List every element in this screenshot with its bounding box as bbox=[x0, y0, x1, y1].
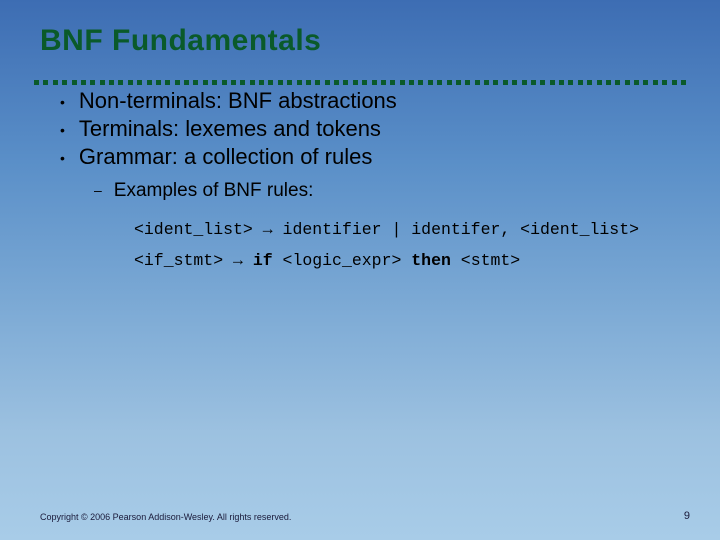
code-text: <ident_list> bbox=[134, 220, 263, 239]
bullet-marker: • bbox=[60, 94, 65, 110]
copyright-text: Copyright © 2006 Pearson Addison-Wesley.… bbox=[40, 512, 291, 522]
bullet-item: • Non-terminals: BNF abstractions bbox=[60, 88, 720, 114]
sub-bullet-marker: – bbox=[94, 182, 102, 198]
bullet-text: Non-terminals: BNF abstractions bbox=[79, 88, 397, 114]
bullet-marker: • bbox=[60, 150, 65, 166]
code-keyword-if: if bbox=[243, 251, 283, 270]
bullet-text: Grammar: a collection of rules bbox=[79, 144, 372, 170]
code-line-1: <ident_list> → identifier | identifer, <… bbox=[134, 214, 720, 245]
page-number: 9 bbox=[684, 510, 690, 522]
slide-title: BNF Fundamentals bbox=[0, 0, 720, 58]
code-block: <ident_list> → identifier | identifer, <… bbox=[134, 214, 720, 277]
bullet-item: • Terminals: lexemes and tokens bbox=[60, 116, 720, 142]
title-divider bbox=[34, 80, 686, 86]
sub-bullet-text: Examples of BNF rules: bbox=[114, 180, 314, 202]
slide-content: • Non-terminals: BNF abstractions • Term… bbox=[0, 58, 720, 277]
bullet-item: • Grammar: a collection of rules bbox=[60, 144, 720, 170]
code-arrow: → bbox=[263, 220, 273, 239]
code-text: <if_stmt> bbox=[134, 251, 233, 270]
code-text: identifier | identifer, <ident_list> bbox=[273, 220, 639, 239]
bullet-text: Terminals: lexemes and tokens bbox=[79, 116, 381, 142]
code-arrow: → bbox=[233, 251, 243, 270]
code-line-2: <if_stmt> → if <logic_expr> then <stmt> bbox=[134, 245, 720, 276]
code-keyword-then: then bbox=[411, 251, 461, 270]
code-text: <logic_expr> bbox=[283, 251, 412, 270]
bullet-marker: • bbox=[60, 122, 65, 138]
sub-bullet-item: – Examples of BNF rules: bbox=[94, 180, 720, 202]
code-text: <stmt> bbox=[461, 251, 520, 270]
